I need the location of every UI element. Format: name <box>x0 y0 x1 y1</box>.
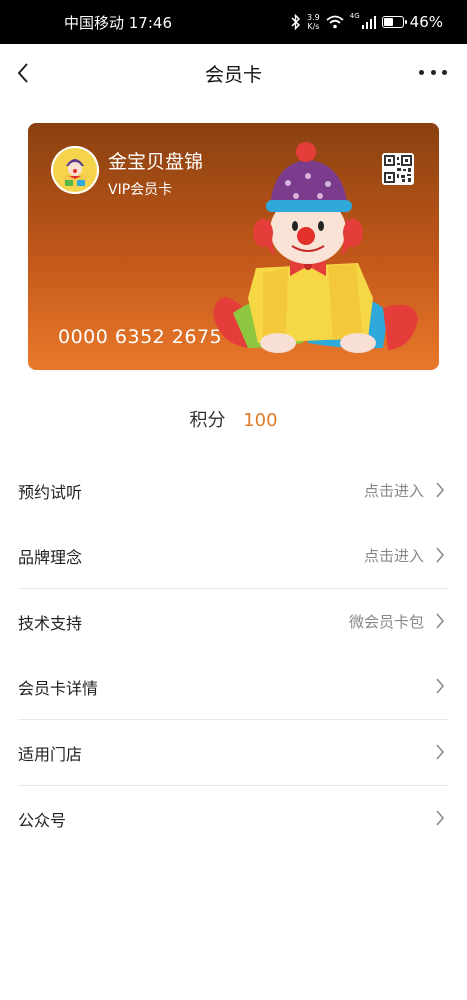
menu-item-card-details[interactable]: 会员卡详情 <box>18 654 448 720</box>
menu-item-brand-concept[interactable]: 品牌理念 点击进入 <box>18 523 448 589</box>
card-level: VIP会员卡 <box>108 182 173 198</box>
more-horizontal-icon <box>419 69 424 75</box>
menu-item-booking[interactable]: 预约试听 点击进入 <box>18 458 448 523</box>
clown-illustration <box>213 142 418 353</box>
battery-icon <box>381 16 407 28</box>
nav-bar: 会员卡 <box>0 44 467 102</box>
chevron-right-icon <box>436 678 444 694</box>
brand-logo <box>51 146 99 194</box>
menu-item-hint: 微会员卡包 <box>348 613 424 631</box>
chevron-right-icon <box>436 482 444 498</box>
bluetooth-icon <box>291 14 301 30</box>
more-button[interactable] <box>419 60 447 84</box>
network-speed: 3.9 K/s <box>307 13 320 31</box>
network-speed-unit: K/s <box>307 22 320 31</box>
menu-item-label: 适用门店 <box>18 744 83 764</box>
chevron-right-icon <box>436 744 444 760</box>
chevron-right-icon <box>436 810 444 826</box>
menu-item-label: 会员卡详情 <box>18 678 99 698</box>
page-title: 会员卡 <box>204 64 262 86</box>
network-type-label: 4G <box>349 12 360 20</box>
menu-item-label: 公众号 <box>18 810 67 830</box>
menu-list: 预约试听 点击进入 品牌理念 点击进入 技术支持 微会员卡包 会员卡详情 适用门… <box>18 458 448 851</box>
more-horizontal-icon <box>442 69 447 75</box>
carrier-time-text: 中国移动 17:46 <box>64 13 172 32</box>
chevron-right-icon <box>436 613 444 629</box>
more-horizontal-icon <box>430 69 436 75</box>
menu-item-label: 品牌理念 <box>18 547 83 567</box>
battery-percent: 46% <box>409 13 443 31</box>
network-speed-value: 3.9 <box>307 13 320 22</box>
menu-item-label: 技术支持 <box>18 613 83 633</box>
points-label: 积分 <box>189 410 226 431</box>
menu-item-stores[interactable]: 适用门店 <box>18 720 448 786</box>
menu-item-label: 预约试听 <box>18 482 83 502</box>
battery-fill <box>383 18 393 26</box>
status-carrier-time: 中国移动 17:46 <box>64 0 172 44</box>
status-bar: 中国移动 17:46 3.9 K/s 4G 46% <box>0 0 467 44</box>
chevron-right-icon <box>436 547 444 563</box>
menu-item-hint: 点击进入 <box>363 547 424 565</box>
membership-card[interactable]: 金宝贝盘锦 VIP会员卡 0000 6352 2675 <box>28 123 439 370</box>
wifi-icon <box>326 15 344 29</box>
menu-item-tech-support[interactable]: 技术支持 微会员卡包 <box>18 589 448 654</box>
points-value: 100 <box>243 410 278 431</box>
menu-item-official-account[interactable]: 公众号 <box>18 786 448 851</box>
signal-icon <box>361 15 376 29</box>
menu-item-hint: 点击进入 <box>363 482 424 500</box>
status-indicators: 3.9 K/s 4G 46% <box>291 0 443 44</box>
points-summary: 积分 100 <box>0 406 467 432</box>
